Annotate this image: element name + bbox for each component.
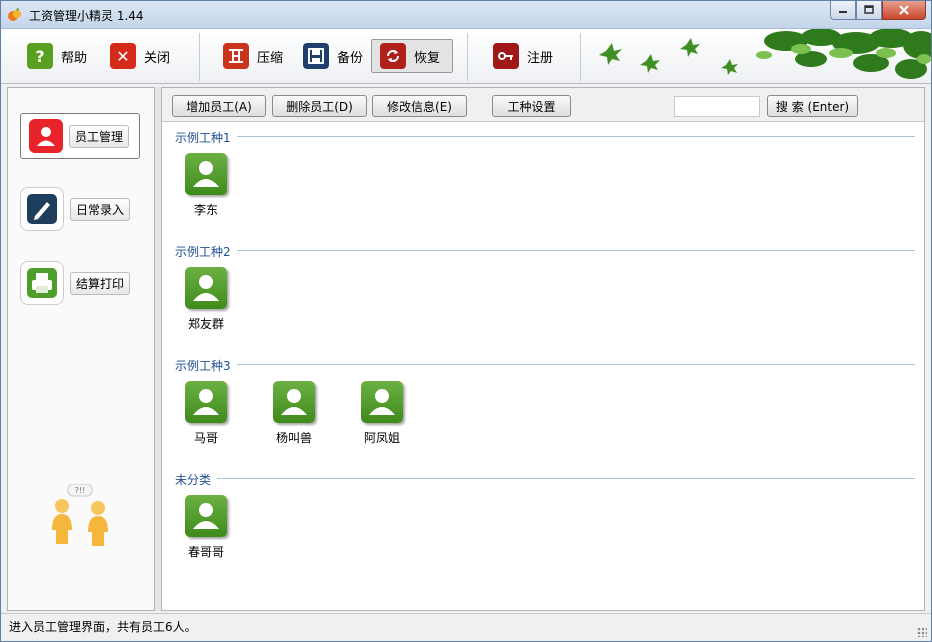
employee-name: 李东: [193, 203, 218, 217]
work-type-settings-button[interactable]: 工种设置: [492, 95, 571, 117]
sidebar-item-settlement-print[interactable]: 结算打印: [20, 260, 140, 306]
toolbar: ? 帮助 ✕ 关闭 压缩 备份 恢复 注册: [1, 29, 931, 84]
maximize-button[interactable]: [856, 1, 882, 20]
sidebar: 员工管理 日常录入 结算打印 ?!!: [7, 87, 155, 611]
sidebar-item-label: 结算打印: [70, 271, 131, 295]
title-bar[interactable]: 工资管理小精灵 1.44: [1, 1, 931, 29]
group-divider: [175, 364, 915, 365]
close-button[interactable]: ✕ 关闭: [102, 39, 178, 73]
search-input[interactable]: [674, 96, 760, 117]
save-disk-icon: [303, 43, 329, 69]
person-icon: [185, 267, 227, 309]
status-bar: 进入员工管理界面，共有员工6人。: [1, 613, 931, 641]
employee-name: 阿凤姐: [363, 431, 400, 445]
printer-icon: [20, 261, 64, 305]
person-icon: [29, 119, 63, 153]
group-label: 示例工种1: [175, 129, 237, 146]
close-label: 关闭: [144, 50, 171, 66]
employee-name: 春哥哥: [187, 545, 224, 559]
illustration-text: ?!!: [75, 486, 86, 495]
register-button[interactable]: 注册: [485, 39, 561, 73]
leaves-decoration-icon: [586, 29, 931, 83]
employee-name: 马哥: [193, 431, 218, 445]
help-button[interactable]: ? 帮助: [19, 39, 95, 73]
sidebar-item-daily-entry[interactable]: 日常录入: [20, 186, 140, 232]
group-label: 示例工种3: [175, 357, 237, 374]
edit-info-button[interactable]: 修改信息(E): [372, 95, 467, 117]
compress-label: 压缩: [257, 50, 284, 66]
group-divider: [175, 136, 915, 137]
employee-item[interactable]: 阿凤姐: [347, 381, 417, 446]
compress-button[interactable]: 压缩: [215, 39, 291, 73]
employee-item[interactable]: 马哥: [171, 381, 241, 446]
restore-icon: [380, 43, 406, 69]
minimize-icon: [839, 11, 847, 13]
search-button[interactable]: 搜 索 (Enter): [767, 95, 858, 117]
sidebar-item-employee-management[interactable]: 员工管理: [20, 113, 140, 159]
restore-label: 恢复: [414, 50, 441, 66]
help-label: 帮助: [61, 50, 88, 66]
help-icon: ?: [27, 43, 53, 69]
sidebar-item-label: 日常录入: [70, 197, 131, 221]
app-window: 工资管理小精灵 1.44 ? 帮助 ✕ 关闭 压缩 备份 恢复 注册 员工管理 …: [0, 0, 932, 642]
action-bar: 增加员工(A) 删除员工(D) 修改信息(E) 工种设置 搜 索 (Enter): [162, 88, 924, 122]
group-label: 未分类: [175, 471, 218, 488]
employee-item[interactable]: 李东: [171, 153, 241, 218]
group-label: 示例工种2: [175, 243, 237, 260]
add-employee-button[interactable]: 增加员工(A): [172, 95, 266, 117]
window-title: 工资管理小精灵 1.44: [29, 9, 144, 23]
group-divider: [175, 250, 915, 251]
backup-label: 备份: [337, 50, 364, 66]
compress-icon: [223, 43, 249, 69]
restore-button[interactable]: 恢复: [371, 39, 453, 73]
close-icon: [899, 5, 909, 15]
person-icon: [361, 381, 403, 423]
group-divider: [175, 478, 915, 479]
person-icon: [185, 495, 227, 537]
sidebar-item-label: 员工管理: [69, 124, 130, 148]
backup-button[interactable]: 备份: [295, 39, 371, 73]
employee-item[interactable]: 郑友群: [171, 267, 241, 332]
employee-item[interactable]: 春哥哥: [171, 495, 241, 560]
person-icon: [273, 381, 315, 423]
people-illustration-icon: ?!!: [52, 484, 108, 546]
delete-employee-button[interactable]: 删除员工(D): [272, 95, 367, 117]
window-controls: [830, 1, 926, 21]
pen-icon: [20, 187, 64, 231]
app-logo-icon: [8, 8, 21, 21]
maximize-icon: [864, 5, 874, 14]
employee-panel: 增加员工(A) 删除员工(D) 修改信息(E) 工种设置 搜 索 (Enter)…: [161, 87, 925, 611]
register-label: 注册: [527, 50, 554, 66]
minimize-button[interactable]: [830, 1, 856, 20]
person-icon: [185, 153, 227, 195]
close-icon: ✕: [110, 43, 136, 69]
employee-item[interactable]: 杨叫兽: [259, 381, 329, 446]
employee-name: 杨叫兽: [275, 431, 312, 445]
person-icon: [185, 381, 227, 423]
resize-grip-icon[interactable]: [917, 627, 927, 637]
employee-name: 郑友群: [187, 317, 224, 331]
status-text: 进入员工管理界面，共有员工6人。: [9, 620, 197, 634]
key-icon: [493, 43, 519, 69]
close-window-button[interactable]: [882, 1, 926, 20]
